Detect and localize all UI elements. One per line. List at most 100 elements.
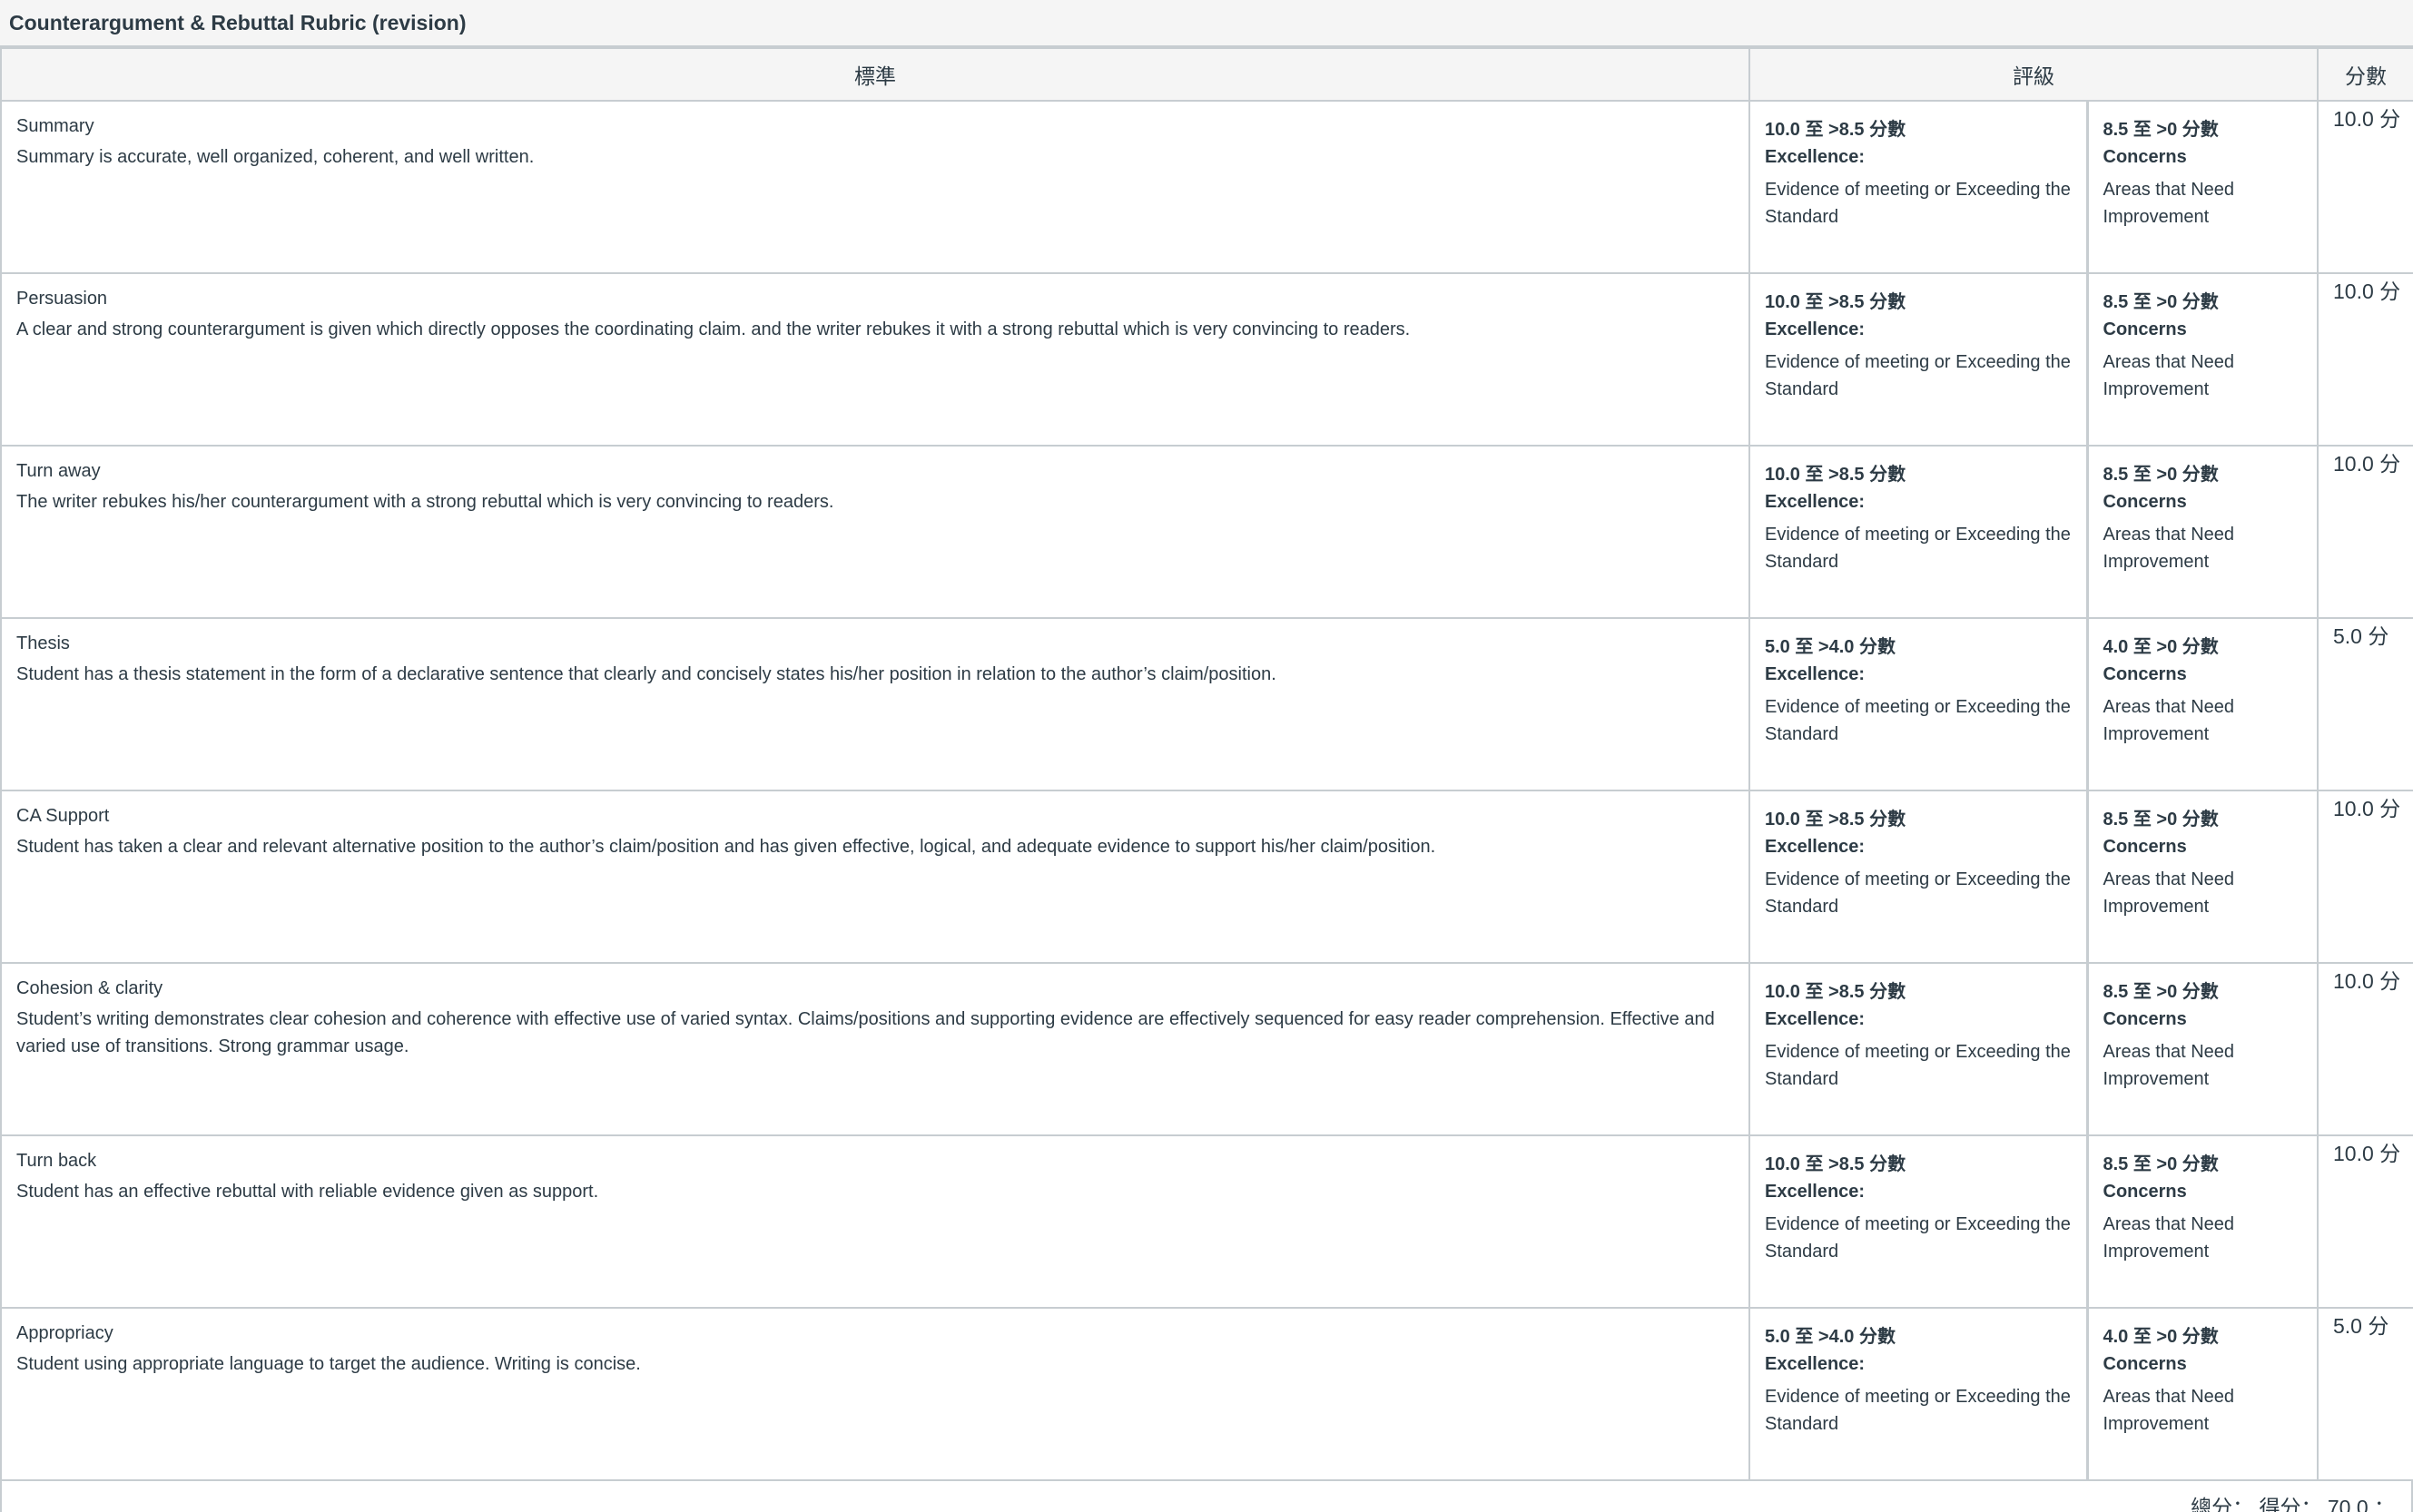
rubric-page: Counterargument & Rebuttal Rubric (revis…: [0, 0, 2413, 1512]
criterion-points: 10.0 分: [2317, 962, 2413, 1136]
criterion-title: Thesis: [16, 633, 70, 653]
rating-concerns[interactable]: 8.5 至 >0 分數 Concerns Areas that Need Impro…: [2086, 962, 2319, 1136]
rating-description: Areas that Need Improvement: [2103, 1214, 2235, 1262]
criterion-title: Persuasion: [16, 289, 108, 309]
total-score: 總分： 得分： 70.0 ：: [2191, 1496, 2395, 1512]
table-row: Persuasion A clear and strong counterargu…: [0, 272, 2413, 447]
criterion-title: Turn back: [16, 1151, 97, 1171]
rating-description: Evidence of meeting or Exceeding the Sta…: [1765, 869, 2071, 917]
rating-description: Evidence of meeting or Exceeding the Sta…: [1765, 352, 2071, 399]
rating-concerns[interactable]: 8.5 至 >0 分數 Concerns Areas that Need Impro…: [2086, 445, 2319, 619]
rubric-title: Counterargument & Rebuttal Rubric (revis…: [9, 10, 467, 34]
criterion-points: 10.0 分: [2317, 790, 2413, 964]
rating-name: Concerns: [2103, 492, 2187, 512]
table-row: Thesis Student has a thesis statement in …: [0, 617, 2413, 791]
rating-name: Concerns: [2103, 837, 2187, 857]
criterion-title: Appropriacy: [16, 1323, 113, 1343]
rating-name: Excellence:: [1765, 492, 1866, 512]
rating-name: Concerns: [2103, 1009, 2187, 1029]
rating-points: 10.0 至 >8.5 分數: [1765, 1154, 1906, 1174]
criterion-title: Cohesion & clarity: [16, 978, 163, 998]
rating-description: Evidence of meeting or Exceeding the Sta…: [1765, 525, 2071, 572]
rating-points: 8.5 至 >0 分數: [2103, 465, 2219, 485]
criteria-header: 標準: [0, 47, 1750, 102]
rating-name: Excellence:: [1765, 147, 1866, 167]
rating-description: Evidence of meeting or Exceeding the Sta…: [1765, 1387, 2071, 1434]
criterion-description: Summary is accurate, well organized, coh…: [16, 147, 535, 167]
rating-concerns[interactable]: 8.5 至 >0 分數 Concerns Areas that Need Impro…: [2086, 1134, 2319, 1309]
criterion-cell: CA Support Student has taken a clear and …: [0, 790, 1750, 964]
criterion-points: 5.0 分: [2317, 617, 2413, 791]
criterion-description: Student using appropriate language to ta…: [16, 1354, 641, 1374]
rating-points: 10.0 至 >8.5 分數: [1765, 810, 1906, 830]
table-row: Turn back Student has an effective rebutt…: [0, 1134, 2413, 1309]
criterion-cell: Thesis Student has a thesis statement in …: [0, 617, 1750, 791]
table-row: CA Support Student has taken a clear and …: [0, 790, 2413, 964]
rating-description: Areas that Need Improvement: [2103, 1387, 2235, 1434]
rating-name: Excellence:: [1765, 664, 1866, 684]
table-row: Cohesion & clarity Student’s writing demo…: [0, 962, 2413, 1136]
rating-name: Concerns: [2103, 319, 2187, 339]
rating-description: Areas that Need Improvement: [2103, 1042, 2235, 1089]
criterion-cell: Turn back Student has an effective rebutt…: [0, 1134, 1750, 1309]
rating-excellence[interactable]: 10.0 至 >8.5 分數 Excellence: Evidence of mee…: [1748, 100, 2089, 274]
criterion-points: 5.0 分: [2317, 1307, 2413, 1481]
criterion-points: 10.0 分: [2317, 1134, 2413, 1309]
rating-name: Excellence:: [1765, 1354, 1866, 1374]
criterion-title: CA Support: [16, 806, 110, 826]
rating-description: Areas that Need Improvement: [2103, 352, 2235, 399]
rating-points: 4.0 至 >0 分數: [2103, 1327, 2219, 1347]
rating-description: Areas that Need Improvement: [2103, 697, 2235, 744]
rating-name: Concerns: [2103, 1182, 2187, 1202]
rating-concerns[interactable]: 8.5 至 >0 分數 Concerns Areas that Need Impro…: [2086, 272, 2319, 447]
rubric-header-row: 標準 評級 分數: [0, 47, 2413, 102]
criterion-description: A clear and strong counterargument is gi…: [16, 319, 1411, 339]
criterion-cell: Persuasion A clear and strong counterargu…: [0, 272, 1750, 447]
table-row: Summary Summary is accurate, well organiz…: [0, 100, 2413, 274]
rating-name: Excellence:: [1765, 1009, 1866, 1029]
criterion-title: Summary: [16, 116, 94, 136]
rating-points: 4.0 至 >0 分數: [2103, 637, 2219, 657]
rating-description: Evidence of meeting or Exceeding the Sta…: [1765, 1214, 2071, 1262]
rubric-body: Summary Summary is accurate, well organiz…: [0, 100, 2413, 1481]
rating-excellence[interactable]: 5.0 至 >4.0 分數 Excellence: Evidence of meet…: [1748, 1307, 2089, 1481]
criterion-description: Student has taken a clear and relevant a…: [16, 837, 1436, 857]
rating-points: 8.5 至 >0 分數: [2103, 982, 2219, 1002]
total-bar: 總分： 得分： 70.0 ：: [0, 1481, 2413, 1512]
rating-name: Excellence:: [1765, 319, 1866, 339]
rating-description: Evidence of meeting or Exceeding the Sta…: [1765, 697, 2071, 744]
rating-points: 8.5 至 >0 分數: [2103, 120, 2219, 140]
rating-points: 8.5 至 >0 分數: [2103, 810, 2219, 830]
rating-points: 10.0 至 >8.5 分數: [1765, 292, 1906, 312]
rating-concerns[interactable]: 4.0 至 >0 分數 Concerns Areas that Need Impro…: [2086, 1307, 2319, 1481]
criterion-description: The writer rebukes his/her counterargume…: [16, 492, 834, 512]
rating-excellence[interactable]: 5.0 至 >4.0 分數 Excellence: Evidence of meet…: [1748, 617, 2089, 791]
rating-excellence[interactable]: 10.0 至 >8.5 分數 Excellence: Evidence of mee…: [1748, 790, 2089, 964]
rating-name: Concerns: [2103, 147, 2187, 167]
rating-excellence[interactable]: 10.0 至 >8.5 分數 Excellence: Evidence of mee…: [1748, 272, 2089, 447]
rubric-title-bar: Counterargument & Rebuttal Rubric (revis…: [0, 0, 2413, 47]
rating-description: Areas that Need Improvement: [2103, 525, 2235, 572]
rating-concerns[interactable]: 8.5 至 >0 分數 Concerns Areas that Need Impro…: [2086, 100, 2319, 274]
criterion-points: 10.0 分: [2317, 100, 2413, 274]
rating-name: Excellence:: [1765, 1182, 1866, 1202]
rating-concerns[interactable]: 4.0 至 >0 分數 Concerns Areas that Need Impro…: [2086, 617, 2319, 791]
rating-excellence[interactable]: 10.0 至 >8.5 分數 Excellence: Evidence of mee…: [1748, 445, 2089, 619]
rating-excellence[interactable]: 10.0 至 >8.5 分數 Excellence: Evidence of mee…: [1748, 1134, 2089, 1309]
rating-concerns[interactable]: 8.5 至 >0 分數 Concerns Areas that Need Impro…: [2086, 790, 2319, 964]
rating-excellence[interactable]: 10.0 至 >8.5 分數 Excellence: Evidence of mee…: [1748, 962, 2089, 1136]
criterion-points: 10.0 分: [2317, 272, 2413, 447]
rating-description: Areas that Need Improvement: [2103, 869, 2235, 917]
rating-points: 5.0 至 >4.0 分數: [1765, 637, 1896, 657]
criterion-cell: Appropriacy Student using appropriate lan…: [0, 1307, 1750, 1481]
rating-description: Evidence of meeting or Exceeding the Sta…: [1765, 180, 2071, 227]
rating-name: Excellence:: [1765, 837, 1866, 857]
rating-points: 10.0 至 >8.5 分數: [1765, 120, 1906, 140]
points-header: 分數: [2317, 47, 2413, 102]
rating-name: Concerns: [2103, 664, 2187, 684]
rating-description: Areas that Need Improvement: [2103, 180, 2235, 227]
rating-points: 10.0 至 >8.5 分數: [1765, 465, 1906, 485]
rating-name: Concerns: [2103, 1354, 2187, 1374]
table-row: Turn away The writer rebukes his/her coun…: [0, 445, 2413, 619]
criterion-title: Turn away: [16, 461, 101, 481]
